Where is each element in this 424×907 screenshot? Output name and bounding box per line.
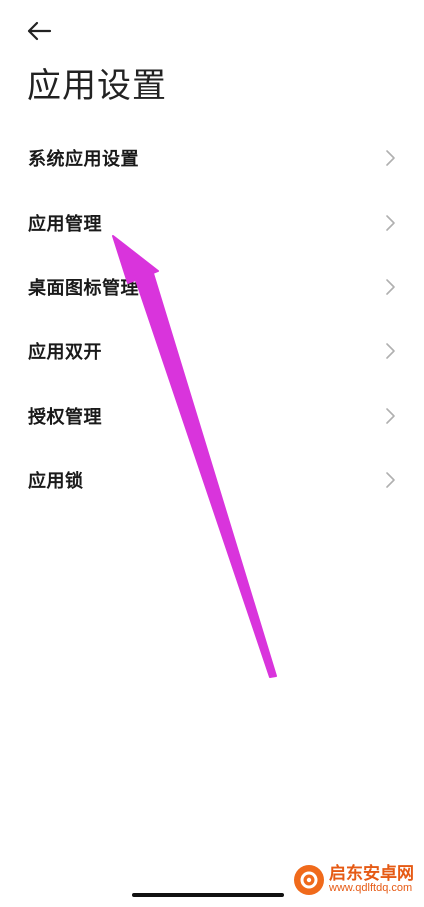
menu-item-desktop-icon-management[interactable]: 桌面图标管理 — [0, 255, 424, 319]
chevron-right-icon — [386, 214, 395, 231]
menu-item-label: 应用管理 — [28, 213, 102, 235]
site-watermark: 启东安卓网 www.qdlftdq.com — [294, 865, 414, 895]
chevron-right-icon — [386, 407, 395, 424]
menu-item-label: 桌面图标管理 — [28, 277, 139, 299]
chevron-right-icon — [386, 279, 395, 295]
watermark-name: 启东安卓网 — [329, 864, 414, 884]
menu-item-label: 授权管理 — [28, 406, 102, 428]
chevron-right-icon — [386, 150, 395, 166]
menu-item-system-app-settings[interactable]: 系统应用设置 — [0, 126, 424, 190]
watermark-url: www.qdlftdq.com — [329, 882, 413, 895]
watermark-logo — [294, 865, 324, 895]
app-settings-screen: 应用设置 系统应用设置 应用管理 桌面图标管理 应用双开 授权管理 应用锁 启东… — [0, 0, 424, 907]
menu-item-dual-apps[interactable]: 应用双开 — [0, 319, 424, 383]
chevron-right-icon — [386, 343, 395, 360]
menu-item-app-lock[interactable]: 应用锁 — [0, 448, 424, 512]
home-indicator[interactable] — [132, 893, 284, 897]
menu-item-label: 系统应用设置 — [28, 149, 139, 171]
menu-item-label: 应用锁 — [28, 471, 84, 493]
page-title: 应用设置 — [27, 66, 167, 106]
settings-menu-list: 系统应用设置 应用管理 桌面图标管理 应用双开 授权管理 应用锁 — [0, 126, 424, 512]
menu-item-label: 应用双开 — [28, 342, 102, 364]
arrow-left-icon — [27, 21, 52, 41]
back-button[interactable] — [22, 16, 56, 46]
menu-item-permissions[interactable]: 授权管理 — [0, 384, 424, 448]
menu-item-app-management[interactable]: 应用管理 — [0, 190, 424, 254]
chevron-right-icon — [386, 472, 395, 488]
